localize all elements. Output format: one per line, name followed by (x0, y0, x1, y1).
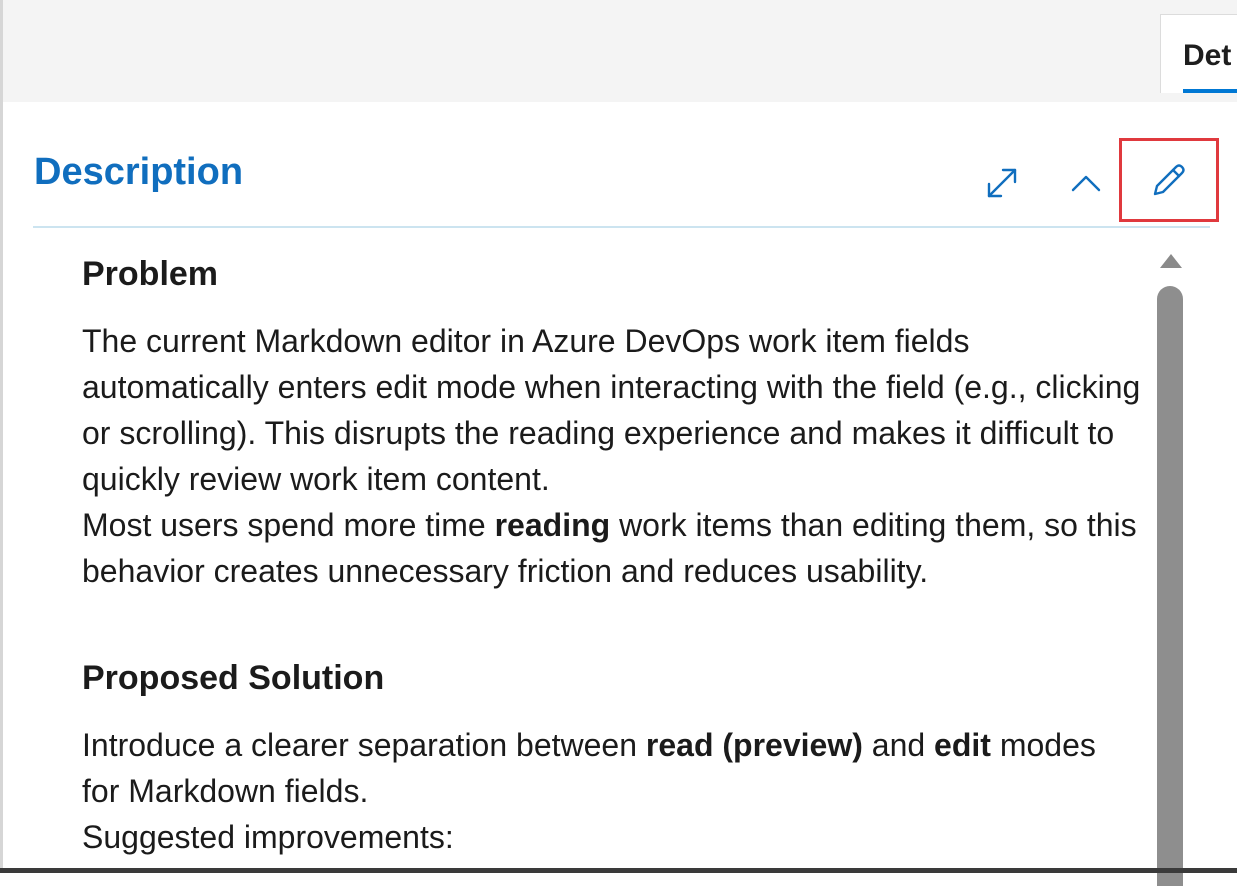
solution-paragraph: Introduce a clearer separation between r… (82, 722, 1142, 814)
problem-paragraph-2: Most users spend more time reading work … (82, 502, 1142, 594)
tab-details[interactable]: Det (1160, 14, 1237, 93)
scrollbar-thumb[interactable] (1157, 286, 1183, 886)
problem-paragraph: The current Markdown editor in Azure Dev… (82, 323, 1141, 497)
solution-text-bold-1: read (preview) (645, 727, 863, 763)
chevron-up-icon (1071, 175, 1101, 192)
bottom-bar (0, 868, 1237, 873)
problem-heading: Problem (82, 255, 219, 293)
solution-text-mid: and (862, 727, 935, 763)
edit-button[interactable] (1119, 138, 1219, 222)
scroll-up-arrow[interactable] (1160, 254, 1182, 268)
solution-body: Introduce a clearer separation between r… (82, 722, 1142, 860)
solution-text-bold-2: edit (934, 727, 991, 763)
tab-active-indicator (1183, 89, 1237, 93)
left-border (0, 0, 3, 873)
suggested-improvements-label: Suggested improvements: (82, 819, 454, 855)
section-divider (33, 226, 1210, 228)
top-strip (0, 0, 1237, 102)
expand-button[interactable] (978, 160, 1026, 206)
pencil-icon (1153, 164, 1185, 196)
problem-text-pre: Most users spend more time (82, 507, 495, 543)
tab-details-label: Det (1183, 39, 1232, 72)
section-title: Description (34, 151, 244, 193)
expand-icon (987, 168, 1017, 198)
problem-text-bold: reading (494, 507, 611, 543)
collapse-button[interactable] (1062, 160, 1110, 206)
solution-text-pre: Introduce a clearer separation between (82, 727, 646, 763)
problem-body: The current Markdown editor in Azure Dev… (82, 318, 1142, 594)
solution-heading: Proposed Solution (82, 659, 385, 697)
